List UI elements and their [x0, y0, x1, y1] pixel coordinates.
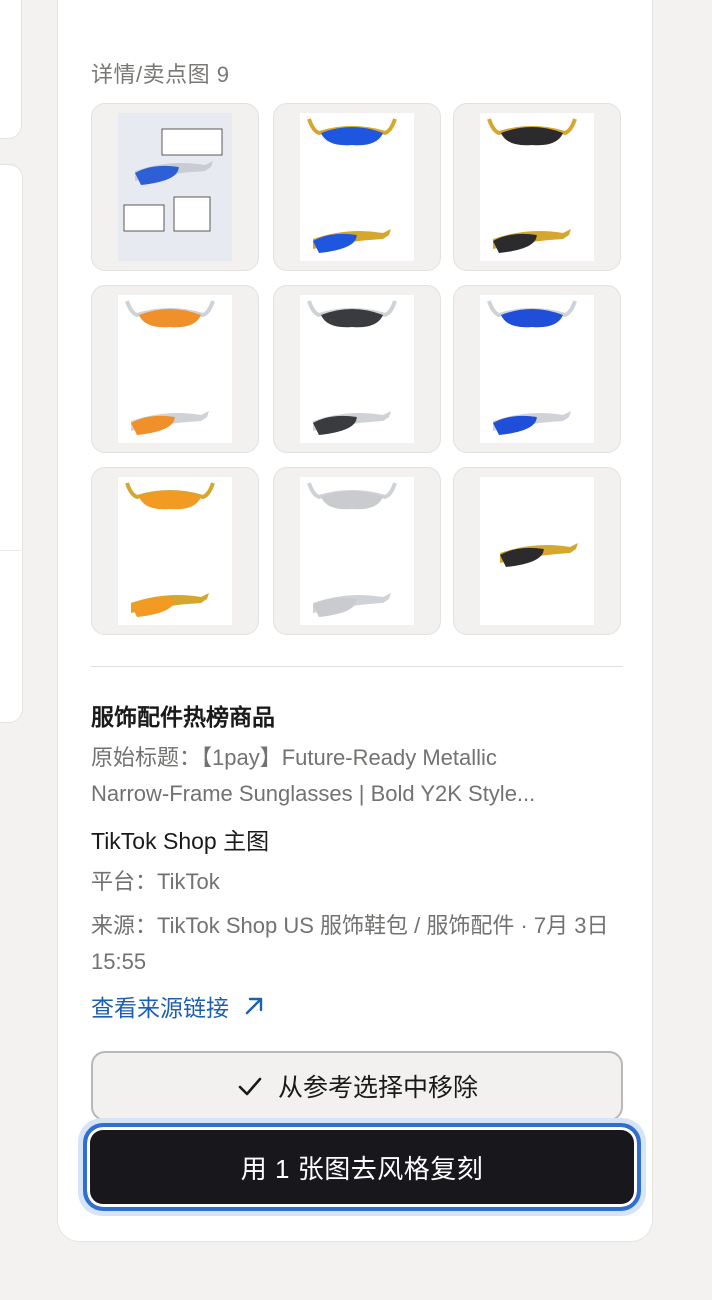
- platform-text: 平台：TikTok: [91, 869, 220, 894]
- silver-orange-mirror-image[interactable]: [91, 285, 259, 453]
- remove-button-label: 从参考选择中移除: [277, 1074, 478, 1102]
- silver-black-lens-image[interactable]: [273, 285, 441, 453]
- gold-orange-mirror-image[interactable]: [91, 467, 259, 635]
- silver-blue-mirror-image[interactable]: [453, 285, 621, 453]
- main-image-label: TikTok Shop 主图: [91, 828, 270, 854]
- gold-black-side-image[interactable]: [453, 467, 621, 635]
- detail-infographic-image[interactable]: [91, 103, 259, 271]
- gold-blue-mirror-image[interactable]: [273, 103, 441, 271]
- source-link-label: 查看来源链接: [91, 995, 229, 1021]
- sunglasses-icon: [307, 118, 397, 253]
- sunglasses-icon: [123, 128, 223, 232]
- gold-black-lens-image[interactable]: [453, 103, 621, 271]
- replicate-button-focus-ring: 用 1 张图去风格复刻: [78, 1118, 646, 1216]
- detail-images-heading: 详情/卖点图 9: [91, 57, 230, 89]
- detail-images-label: 详情/卖点图: [91, 62, 211, 87]
- sunglasses-icon: [487, 300, 577, 435]
- original-title: 原始标题：【1pay】Future-Ready Metallic Narrow-…: [91, 740, 626, 812]
- source-link[interactable]: 查看来源链接: [91, 989, 626, 1023]
- sunglasses-icon: [487, 118, 577, 253]
- left-card-bottom: [0, 164, 23, 723]
- silver-silver-mirror-image[interactable]: [273, 467, 441, 635]
- reference-detail-panel: 详情/卖点图 9 服饰配件热榜商品 原始标题：【1pay】Future-Read…: [57, 0, 653, 1242]
- checkmark-icon: [238, 1077, 262, 1096]
- sunglasses-icon: [500, 543, 578, 567]
- section-divider: [91, 666, 623, 667]
- detail-images-count: 9: [216, 62, 230, 87]
- replicate-style-button[interactable]: 用 1 张图去风格复刻: [83, 1123, 641, 1211]
- product-category: 服饰配件热榜商品: [91, 704, 275, 730]
- sunglasses-icon: [307, 300, 397, 435]
- original-title-line2: Narrow-Frame Sunglasses | Bold Y2K Style…: [91, 781, 536, 806]
- sunglasses-icon: [125, 300, 215, 435]
- original-title-line1: 原始标题：【1pay】Future-Ready Metallic: [91, 745, 497, 770]
- source-text: 来源：TikTok Shop US 服饰鞋包 / 服饰配件 · 7月 3日 15…: [91, 913, 609, 974]
- external-arrow-icon: [245, 997, 263, 1015]
- sunglasses-icon: [125, 482, 215, 617]
- replicate-button-label: 用 1 张图去风格复刻: [240, 1153, 484, 1184]
- sunglasses-icon: [307, 482, 397, 617]
- remove-from-reference-button[interactable]: 从参考选择中移除: [91, 1051, 623, 1121]
- left-card-top: [0, 0, 22, 139]
